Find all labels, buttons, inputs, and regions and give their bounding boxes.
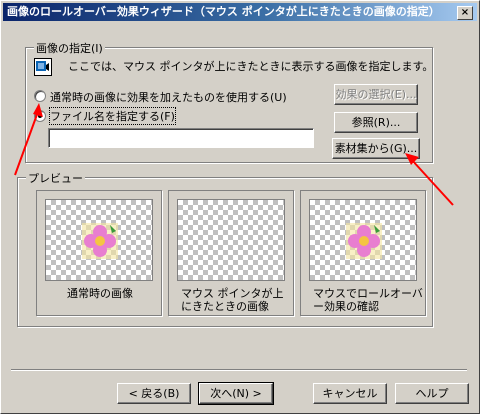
annotation-arrow-left — [14, 103, 43, 176]
image-spec-legend: 画像の指定(I) — [34, 40, 105, 56]
window-title: 画像のロールオーバー効果ウィザード（マウス ポインタが上にきたときの画像の指定） — [7, 5, 440, 18]
preview-hover-caption: マウス ポインタが上にきたときの画像 — [181, 287, 284, 313]
wizard-window: 画像のロールオーバー効果ウィザード（マウス ポインタが上にきたときの画像の指定）… — [0, 0, 480, 414]
monitor-speaker-icon — [36, 61, 49, 71]
preview-normal-caption: 通常時の画像 — [67, 287, 133, 300]
annotation-arrow-right — [405, 153, 454, 206]
file-option-label[interactable]: ファイル名を指定する(F) — [49, 107, 176, 125]
preview-hover-canvas — [177, 199, 285, 281]
close-button[interactable]: × — [457, 6, 473, 20]
browse-button[interactable]: 参照(R)... — [334, 112, 418, 133]
preview-normal-canvas — [45, 199, 153, 281]
preview-test-caption: マウスでロールオーバー効果の確認 — [313, 287, 423, 313]
cancel-button[interactable]: キャンセル — [313, 383, 387, 404]
back-button[interactable]: < 戻る(B) — [117, 383, 191, 404]
effect-select-button[interactable]: 効果の選択(E)... — [334, 84, 418, 105]
preview-group: プレビュー 通常時の画像 マウス ポインタが上にきたときの画像 マウスでロールオ… — [17, 170, 433, 327]
preview-test-canvas[interactable] — [309, 199, 417, 281]
image-spec-description: ここでは、マウス ポインタが上にきたときに表示する画像を指定します。 — [68, 60, 434, 73]
preview-hover-cell: マウス ポインタが上にきたときの画像 — [168, 190, 294, 316]
help-button[interactable]: ヘルプ — [395, 383, 469, 404]
image-spec-group: 画像の指定(I) ここでは、マウス ポインタが上にきたときに表示する画像を指定し… — [25, 40, 434, 163]
title-bar: 画像のロールオーバー効果ウィザード（マウス ポインタが上にきたときの画像の指定）… — [3, 3, 477, 21]
file-name-field[interactable] — [48, 128, 314, 148]
flower-icon — [82, 223, 118, 259]
footer-separator — [11, 369, 467, 371]
effect-option-label[interactable]: 通常時の画像に効果を加えたものを使用する(U) — [50, 89, 287, 105]
preview-normal-cell: 通常時の画像 — [36, 190, 162, 316]
flower-icon — [346, 223, 382, 259]
next-button[interactable]: 次へ(N) > — [198, 382, 274, 405]
wizard-image-icon — [34, 58, 52, 76]
